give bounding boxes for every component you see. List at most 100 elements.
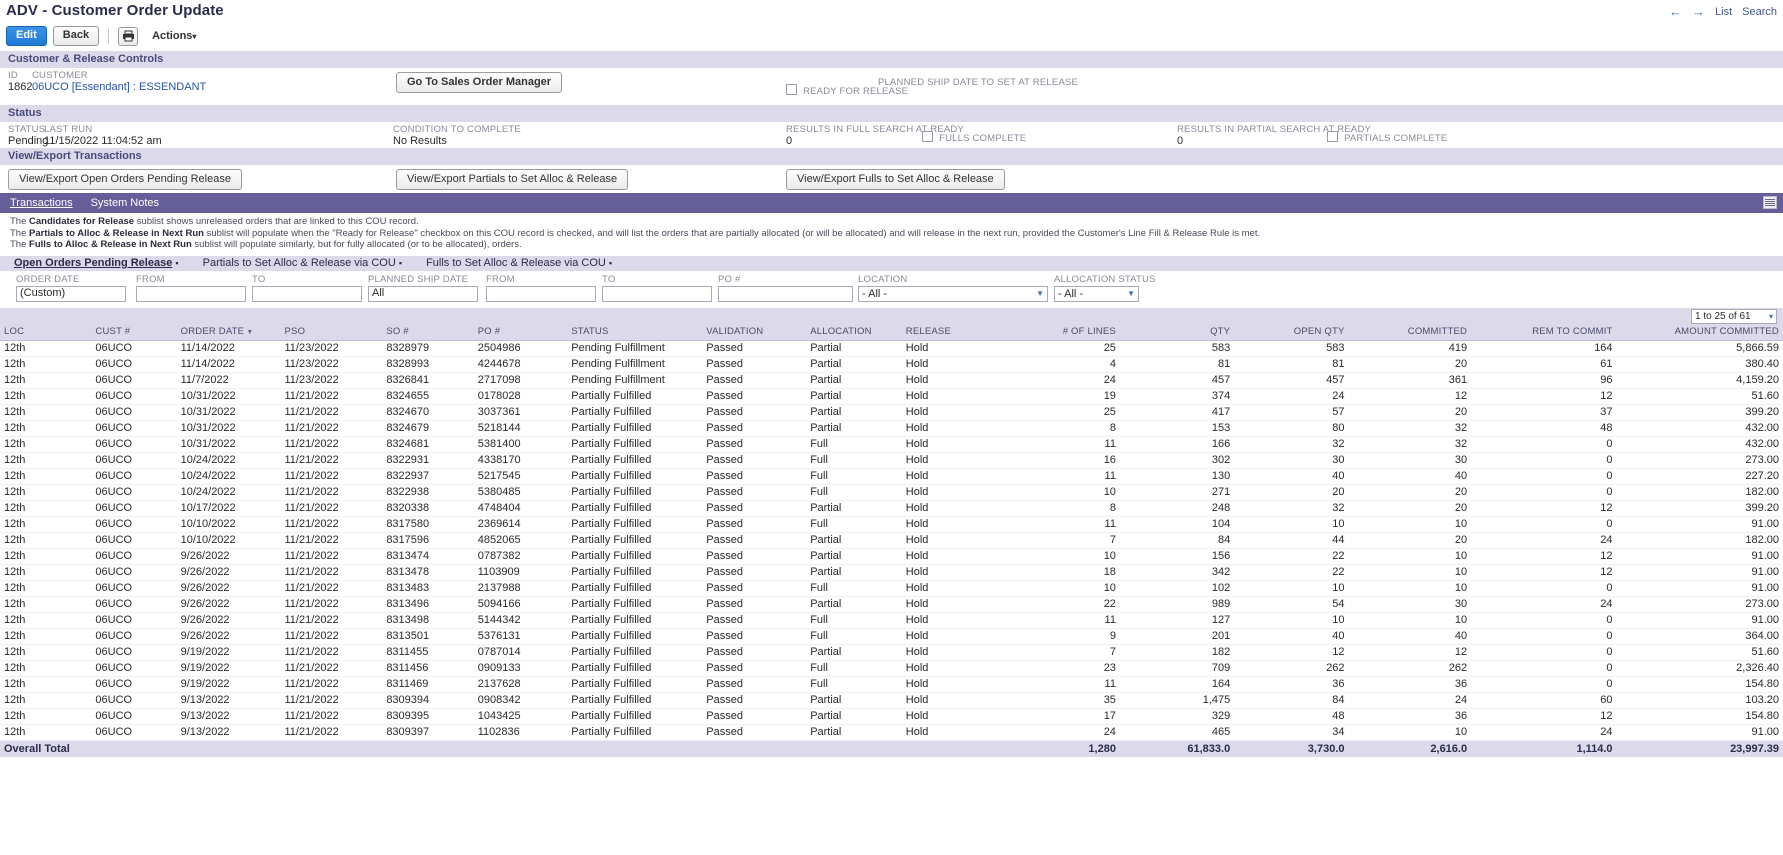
column-header-allocation[interactable]: ALLOCATION: [806, 323, 902, 341]
column-header-committed[interactable]: COMMITTED: [1348, 323, 1472, 341]
actions-menu[interactable]: Actions▾: [152, 30, 196, 42]
cell-release: Hold: [901, 484, 996, 501]
planned-ship-date-input[interactable]: All: [368, 285, 478, 302]
back-button[interactable]: Back: [52, 26, 100, 46]
column-header-status[interactable]: STATUS: [567, 323, 703, 341]
cell-cust: 06UCO: [91, 676, 177, 693]
order-date-input[interactable]: (Custom): [16, 285, 126, 302]
cell-order_date: 11/14/2022: [176, 340, 281, 357]
table-row[interactable]: 12th 06UCO 10/10/2022 11/21/2022 8317580 2369…: [0, 516, 1783, 533]
table-row[interactable]: 12th 06UCO 11/14/2022 11/23/2022 8328993 4244…: [0, 356, 1783, 373]
table-row[interactable]: 12th 06UCO 9/19/2022 11/21/2022 8311469 21376…: [0, 676, 1783, 693]
cell-open_qty: 32: [1234, 500, 1349, 517]
column-header-order_date[interactable]: ORDER DATE ▼: [176, 323, 281, 341]
subtab-fulls-set-alloc[interactable]: Fulls to Set Alloc & Release via COU ▪: [426, 257, 612, 269]
location-select[interactable]: - All - ▼: [858, 285, 1048, 302]
table-row[interactable]: 12th 06UCO 10/31/2022 11/21/2022 8324679 5218…: [0, 420, 1783, 437]
view-export-open-orders-button[interactable]: View/Export Open Orders Pending Release: [8, 169, 242, 190]
filter-location: LOCATION - All - ▼: [858, 274, 1054, 302]
column-header-cust[interactable]: CUST #: [91, 323, 177, 341]
cell-cust: 06UCO: [91, 484, 177, 501]
cell-committed: 10: [1348, 612, 1472, 629]
printer-icon[interactable]: [118, 26, 139, 46]
cell-open_qty: 457: [1234, 372, 1349, 389]
view-export-fulls-button[interactable]: View/Export Fulls to Set Alloc & Release: [786, 169, 1005, 190]
table-row[interactable]: 12th 06UCO 10/24/2022 11/21/2022 8322937 5217…: [0, 468, 1783, 485]
table-row[interactable]: 12th 06UCO 9/26/2022 11/21/2022 8313478 11039…: [0, 564, 1783, 581]
cell-lines: 11: [995, 612, 1120, 629]
table-row[interactable]: 12th 06UCO 9/26/2022 11/21/2022 8313483 21379…: [0, 580, 1783, 597]
fulls-complete-field[interactable]: FULLS COMPLETE: [922, 131, 1026, 144]
nav-next-icon[interactable]: →: [1692, 4, 1705, 19]
table-row[interactable]: 12th 06UCO 10/31/2022 11/21/2022 8324655 0178…: [0, 388, 1783, 405]
table-row[interactable]: 12th 06UCO 9/26/2022 11/21/2022 8313474 07873…: [0, 548, 1783, 565]
allocation-status-select[interactable]: - All - ▼: [1054, 285, 1139, 302]
planned-ship-from-input[interactable]: [486, 285, 596, 302]
column-header-lines[interactable]: # OF LINES: [995, 323, 1120, 341]
pager-row: 1 to 25 of 61 ▾: [0, 306, 1783, 324]
partials-complete-field[interactable]: PARTIALS COMPLETE: [1327, 131, 1447, 144]
po-number-input[interactable]: [718, 285, 853, 302]
table-row[interactable]: 12th 06UCO 9/26/2022 11/21/2022 8313496 50941…: [0, 596, 1783, 613]
table-row[interactable]: 12th 06UCO 10/24/2022 11/21/2022 8322931 4338…: [0, 452, 1783, 469]
cell-qty: 102: [1119, 580, 1235, 597]
cell-order_date: 9/19/2022: [176, 676, 281, 693]
ready-for-release-checkbox[interactable]: [786, 84, 797, 95]
column-header-qty[interactable]: QTY: [1119, 323, 1235, 341]
view-export-partials-button[interactable]: View/Export Partials to Set Alloc & Rele…: [396, 169, 629, 190]
column-header-so[interactable]: SO #: [382, 323, 474, 341]
subtab-open-orders-pending-release[interactable]: Open Orders Pending Release ▪: [14, 257, 179, 269]
partials-complete-checkbox[interactable]: [1327, 131, 1338, 142]
cell-committed: 36: [1348, 708, 1472, 725]
order-date-from-input[interactable]: [136, 285, 246, 302]
table-row[interactable]: 12th 06UCO 11/14/2022 11/23/2022 8328979 2504…: [0, 340, 1783, 357]
goto-sales-order-manager-button[interactable]: Go To Sales Order Manager: [396, 72, 563, 93]
table-row[interactable]: 12th 06UCO 10/31/2022 11/21/2022 8324681 5381…: [0, 436, 1783, 453]
cell-validation: Passed: [702, 532, 807, 549]
tab-transactions[interactable]: Transactions: [10, 193, 73, 213]
column-header-amount_committed[interactable]: AMOUNT COMMITTED: [1616, 323, 1783, 341]
column-header-release[interactable]: RELEASE: [901, 323, 996, 341]
cell-lines: 10: [995, 484, 1120, 501]
customer-value[interactable]: 06UCO [Essendant] : ESSENDANT: [32, 81, 206, 93]
cell-release: Hold: [901, 644, 996, 661]
cell-release: Hold: [901, 516, 996, 533]
cell-status: Partially Fulfilled: [567, 660, 703, 677]
table-row[interactable]: 12th 06UCO 9/26/2022 11/21/2022 8313498 51443…: [0, 612, 1783, 629]
table-row[interactable]: 12th 06UCO 10/10/2022 11/21/2022 8317596 4852…: [0, 532, 1783, 549]
cell-lines: 11: [995, 436, 1120, 453]
table-row[interactable]: 12th 06UCO 10/17/2022 11/21/2022 8320338 4748…: [0, 500, 1783, 517]
table-row[interactable]: 12th 06UCO 9/13/2022 11/21/2022 8309394 09083…: [0, 692, 1783, 709]
table-row[interactable]: 12th 06UCO 9/19/2022 11/21/2022 8311455 07870…: [0, 644, 1783, 661]
cell-committed: 20: [1348, 532, 1472, 549]
order-date-to-input[interactable]: [252, 285, 362, 302]
cell-open_qty: 44: [1234, 532, 1349, 549]
column-header-open_qty[interactable]: OPEN QTY: [1234, 323, 1349, 341]
fulls-complete-checkbox[interactable]: [922, 131, 933, 142]
pagination-select[interactable]: 1 to 25 of 61 ▾: [1691, 308, 1777, 324]
column-header-po[interactable]: PO #: [473, 323, 568, 341]
table-row[interactable]: 12th 06UCO 9/19/2022 11/21/2022 8311456 09091…: [0, 660, 1783, 677]
edit-button[interactable]: Edit: [6, 26, 47, 46]
nav-prev-icon[interactable]: ←: [1669, 4, 1682, 19]
search-link[interactable]: Search: [1742, 6, 1777, 18]
total-cell-open_qty: 3,730.0: [1234, 740, 1349, 757]
table-row[interactable]: 12th 06UCO 9/26/2022 11/21/2022 8313501 53761…: [0, 628, 1783, 645]
tab-system-notes[interactable]: System Notes: [91, 193, 159, 213]
table-row[interactable]: 12th 06UCO 9/13/2022 11/21/2022 8309395 10434…: [0, 708, 1783, 725]
table-row[interactable]: 12th 06UCO 10/24/2022 11/21/2022 8322938 5380…: [0, 484, 1783, 501]
section-header-status: Status: [0, 104, 1783, 122]
total-cell-pso: [280, 740, 383, 757]
column-header-loc[interactable]: LOC: [0, 323, 92, 341]
column-header-pso[interactable]: PSO: [280, 323, 383, 341]
column-header-rem_to_commit[interactable]: REM TO COMMIT: [1471, 323, 1617, 341]
grid-view-icon[interactable]: [1763, 196, 1777, 209]
table-row[interactable]: 12th 06UCO 11/7/2022 11/23/2022 8326841 27170…: [0, 372, 1783, 389]
table-row[interactable]: 12th 06UCO 9/13/2022 11/21/2022 8309397 11028…: [0, 724, 1783, 741]
subtab-partials-set-alloc[interactable]: Partials to Set Alloc & Release via COU …: [203, 257, 402, 269]
column-header-validation[interactable]: VALIDATION: [702, 323, 807, 341]
planned-ship-to-input[interactable]: [602, 285, 712, 302]
list-link[interactable]: List: [1715, 6, 1732, 18]
cell-validation: Passed: [702, 628, 807, 645]
table-row[interactable]: 12th 06UCO 10/31/2022 11/21/2022 8324670 3037…: [0, 404, 1783, 421]
